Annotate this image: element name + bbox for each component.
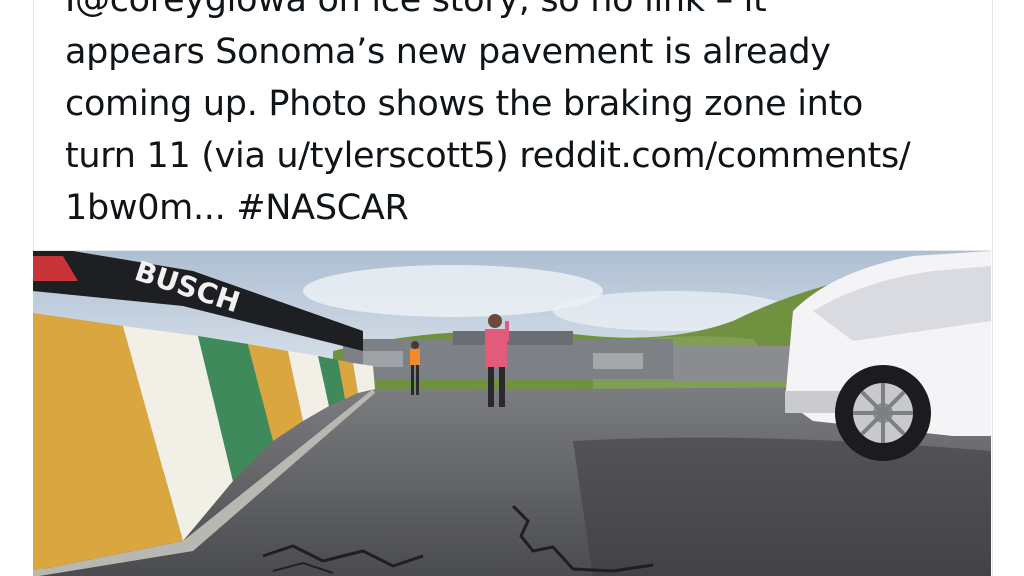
tweet-text-line-5[interactable]: 1bw0m... #NASCAR bbox=[65, 182, 965, 234]
tweet-text-line-3: coming up. Photo shows the braking zone … bbox=[65, 84, 864, 124]
tweet-text: I@coreyglowa on ice story, so no link – … bbox=[65, 0, 965, 234]
truck-shadow bbox=[573, 437, 991, 576]
tweet-photo[interactable]: BUSCH bbox=[33, 250, 991, 576]
tweet-card: I@coreyglowa on ice story, so no link – … bbox=[0, 0, 1024, 576]
tweet-text-line-2: appears Sonoma’s new pavement is already bbox=[65, 32, 831, 72]
tweet-text-line-1: I@coreyglowa on ice story, so no link – … bbox=[65, 0, 767, 20]
tweet-text-line-4[interactable]: turn 11 (via u/tylerscott5) reddit.com/c… bbox=[65, 130, 965, 182]
photo-scene: BUSCH bbox=[33, 251, 991, 576]
